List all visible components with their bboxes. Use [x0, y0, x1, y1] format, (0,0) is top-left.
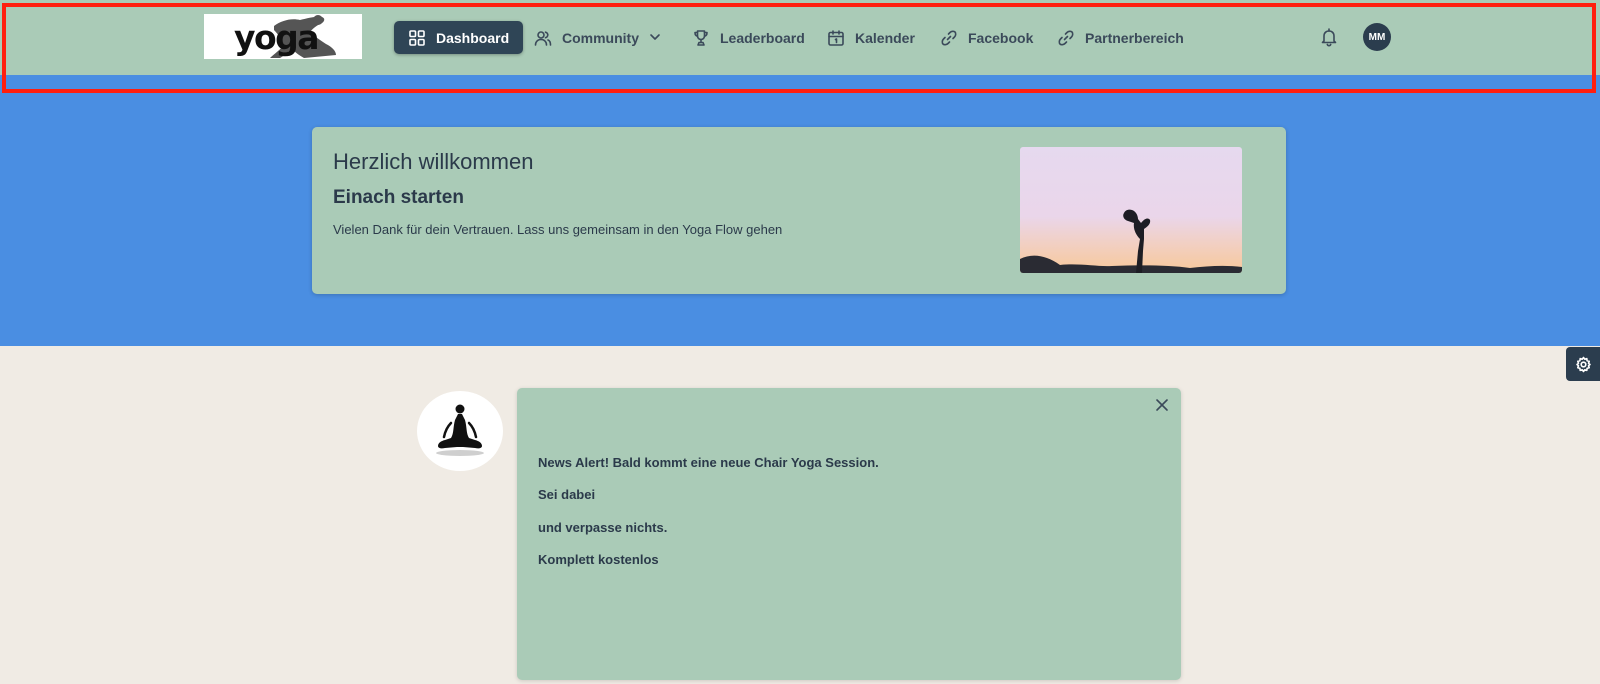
logo-text: yoga: [234, 18, 320, 57]
link-icon: [1058, 30, 1074, 45]
chevron-down-icon: [649, 30, 661, 46]
close-icon: [1156, 399, 1168, 411]
link-icon: [941, 30, 957, 45]
news-line-free: Komplett kostenlos: [538, 552, 659, 567]
nav-leaderboard-label: Leaderboard: [720, 29, 805, 46]
nav-dashboard-label: Dashboard: [436, 29, 510, 46]
trophy-icon: [694, 29, 708, 46]
welcome-text: Vielen Dank für dein Vertrauen. Lass uns…: [333, 222, 783, 237]
calendar-icon: [828, 29, 844, 46]
welcome-card: Herzlich willkommen Einach starten Viele…: [312, 127, 1286, 294]
top-navigation-bar: yoga Dashboard Community Leaderboard Kal…: [0, 0, 1600, 75]
gear-icon: [1575, 356, 1591, 372]
yoga-silhouette-image: [1020, 147, 1242, 273]
nav-dashboard[interactable]: Dashboard: [394, 21, 524, 54]
news-close-button[interactable]: [1153, 396, 1171, 414]
user-avatar[interactable]: MM: [1363, 23, 1391, 51]
nav-kalender-label: Kalender: [855, 29, 915, 46]
nav-community-label: Community: [562, 29, 639, 46]
settings-button[interactable]: [1566, 347, 1600, 381]
news-line-alert: News Alert! Bald kommt eine neue Chair Y…: [538, 455, 879, 470]
nav-kalender[interactable]: Kalender: [827, 21, 915, 54]
bell-icon: [1321, 28, 1337, 47]
meditation-avatar: [417, 391, 503, 471]
news-line-join: Sei dabei: [538, 487, 596, 502]
grid-icon: [409, 29, 425, 46]
nav-facebook-label: Facebook: [968, 29, 1034, 46]
welcome-subtitle: Einach starten: [333, 187, 464, 208]
news-line-miss: und verpasse nichts.: [538, 520, 668, 535]
yoga-logo[interactable]: yoga: [204, 14, 362, 59]
users-icon: [534, 30, 552, 46]
welcome-title: Herzlich willkommen: [333, 149, 534, 174]
nav-partnerbereich-label: Partnerbereich: [1085, 29, 1184, 46]
notifications-button[interactable]: [1318, 26, 1340, 48]
news-card: News Alert! Bald kommt eine neue Chair Y…: [517, 388, 1181, 680]
nav-partnerbereich[interactable]: Partnerbereich: [1057, 21, 1184, 54]
nav-facebook[interactable]: Facebook: [940, 21, 1033, 54]
nav-community[interactable]: Community: [534, 21, 661, 54]
nav-leaderboard[interactable]: Leaderboard: [692, 21, 805, 54]
